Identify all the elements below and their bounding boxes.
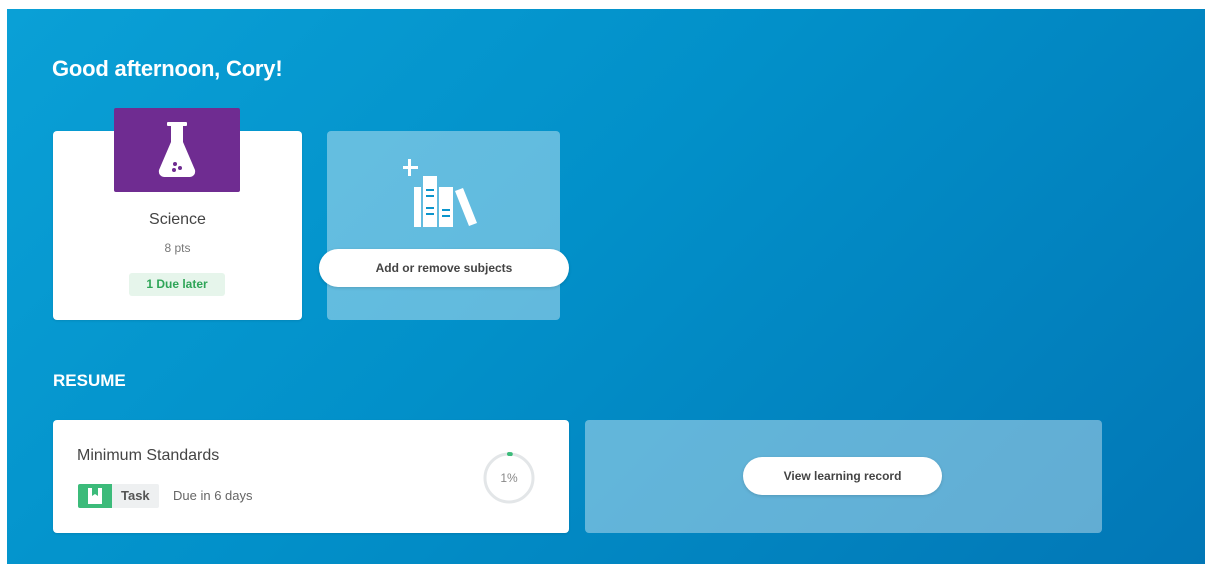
greeting-heading: Good afternoon, Cory! xyxy=(52,56,283,81)
dashboard-panel: Good afternoon, Cory! Science 8 pts 1 Du… xyxy=(7,9,1205,564)
add-remove-subjects-button[interactable]: Add or remove subjects xyxy=(319,249,569,287)
subject-tile[interactable] xyxy=(114,108,240,192)
subject-name: Science xyxy=(149,211,206,228)
task-type-label: Task xyxy=(112,484,159,508)
task-icon xyxy=(88,488,102,504)
add-books-icon xyxy=(403,159,477,227)
view-learning-record-button[interactable]: View learning record xyxy=(743,457,942,495)
resume-heading: RESUME xyxy=(53,371,126,390)
resume-item-title: Minimum Standards xyxy=(77,447,220,464)
resume-item-card[interactable]: Minimum Standards Task Due in 6 days 1% xyxy=(53,420,569,533)
subject-points: 8 pts xyxy=(164,241,191,255)
task-badge: Task xyxy=(78,484,159,508)
due-date-text: Due in 6 days xyxy=(173,488,253,503)
flask-icon xyxy=(158,122,196,177)
progress-percent: 1% xyxy=(500,471,518,485)
task-icon-box xyxy=(78,484,112,508)
due-later-badge: 1 Due later xyxy=(129,273,225,296)
